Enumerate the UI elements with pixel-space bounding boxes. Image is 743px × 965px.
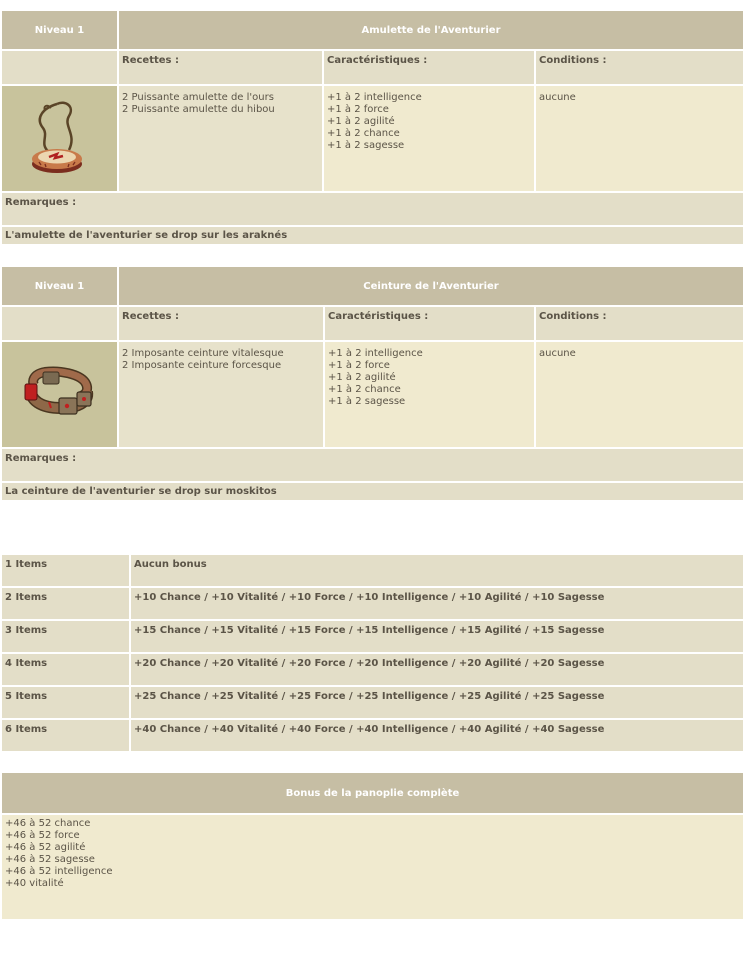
item-table-amulet: Niveau 1 Amulette de l'Aventurier Recett… (0, 9, 743, 246)
recipe-line: 2 Puissante amulette du hibou (122, 104, 275, 115)
bonus-value: +20 Chance / +20 Vitalité / +20 Force / … (129, 652, 743, 687)
empty-cell (0, 49, 119, 86)
remarks-text: L'amulette de l'aventurier se drop sur l… (0, 225, 743, 246)
bonus-count: 2 Items (0, 586, 131, 621)
stat-line: +1 à 2 chance (327, 128, 400, 139)
conditions-label: Conditions : (534, 49, 743, 86)
empty-cell (0, 305, 119, 342)
stat-line: +1 à 2 agilité (327, 116, 395, 127)
stat-line: +1 à 2 sagesse (327, 140, 405, 151)
stats-cell: +1 à 2 intelligence +1 à 2 force +1 à 2 … (323, 340, 536, 449)
bonus-count: 6 Items (0, 718, 131, 753)
table-row: 1 Items Aucun bonus (0, 553, 743, 588)
item-name: Amulette de l'Aventurier (117, 9, 743, 51)
amulet-icon (31, 101, 82, 173)
recipe-line: 2 Imposante ceinture vitalesque (122, 348, 284, 359)
recipe-line: 2 Puissante amulette de l'ours (122, 92, 274, 103)
stats-cell: +1 à 2 intelligence +1 à 2 force +1 à 2 … (322, 84, 536, 193)
full-set-line: +46 à 52 chance (5, 818, 91, 829)
full-set-line: +40 vitalité (5, 878, 64, 889)
bonus-count: 1 Items (0, 553, 131, 588)
bonus-value: +10 Chance / +10 Vitalité / +10 Force / … (129, 586, 743, 621)
table-row: 5 Items +25 Chance / +25 Vitalité / +25 … (0, 685, 743, 720)
stats-label: Caractéristiques : (322, 49, 536, 86)
stat-line: +1 à 2 sagesse (328, 396, 406, 407)
bonus-count: 4 Items (0, 652, 131, 687)
table-row: 6 Items +40 Chance / +40 Vitalité / +40 … (0, 718, 743, 753)
table-row: 3 Items +15 Chance / +15 Vitalité / +15 … (0, 619, 743, 654)
full-set-line: +46 à 52 agilité (5, 842, 86, 853)
recipes-cell: 2 Puissante amulette de l'ours 2 Puissan… (117, 84, 324, 193)
bonus-value: +40 Chance / +40 Vitalité / +40 Force / … (129, 718, 743, 753)
recipes-cell: 2 Imposante ceinture vitalesque 2 Imposa… (117, 340, 325, 449)
item-level: Niveau 1 (0, 9, 119, 51)
full-set-body: +46 à 52 chance +46 à 52 force +46 à 52 … (0, 813, 743, 921)
conditions-cell: aucune (533, 340, 743, 449)
stats-label: Caractéristiques : (323, 305, 536, 342)
bonus-value: +25 Chance / +25 Vitalité / +25 Force / … (129, 685, 743, 720)
item-level: Niveau 1 (0, 265, 119, 307)
remarks-label: Remarques : (0, 447, 743, 483)
recipe-line: 2 Imposante ceinture forcesque (122, 360, 282, 371)
conditions-cell: aucune (534, 84, 743, 193)
stat-line: +1 à 2 force (327, 104, 389, 115)
stat-line: +1 à 2 agilité (328, 372, 396, 383)
remarks-label: Remarques : (0, 191, 743, 227)
stat-line: +1 à 2 intelligence (328, 348, 423, 359)
full-set-line: +46 à 52 sagesse (5, 854, 95, 865)
full-set-table: Bonus de la panoplie complète +46 à 52 c… (0, 771, 743, 921)
bonus-count: 5 Items (0, 685, 131, 720)
bonus-count: 3 Items (0, 619, 131, 654)
table-row: 2 Items +10 Chance / +10 Vitalité / +10 … (0, 586, 743, 621)
stat-line: +1 à 2 chance (328, 384, 401, 395)
full-set-title: Bonus de la panoplie complète (0, 771, 743, 815)
stat-line: +1 à 2 intelligence (327, 92, 422, 103)
table-row: 4 Items +20 Chance / +20 Vitalité / +20 … (0, 652, 743, 687)
stat-line: +1 à 2 force (328, 360, 390, 371)
remarks-text: La ceinture de l'aventurier se drop sur … (0, 481, 743, 502)
recipes-label: Recettes : (117, 49, 324, 86)
item-name: Ceinture de l'Aventurier (116, 265, 743, 307)
item-image-cell (0, 84, 119, 193)
item-table-belt: Niveau 1 Ceinture de l'Aventurier Recett… (0, 265, 743, 502)
bonus-value: Aucun bonus (129, 553, 743, 588)
full-set-line: +46 à 52 intelligence (5, 866, 113, 877)
item-image-cell (0, 340, 119, 449)
recipes-label: Recettes : (117, 305, 325, 342)
conditions-label: Conditions : (533, 305, 743, 342)
bonus-value: +15 Chance / +15 Vitalité / +15 Force / … (129, 619, 743, 654)
full-set-line: +46 à 52 force (5, 830, 80, 841)
set-bonus-table: 1 Items Aucun bonus 2 Items +10 Chance /… (0, 553, 743, 753)
belt-icon (24, 366, 93, 415)
